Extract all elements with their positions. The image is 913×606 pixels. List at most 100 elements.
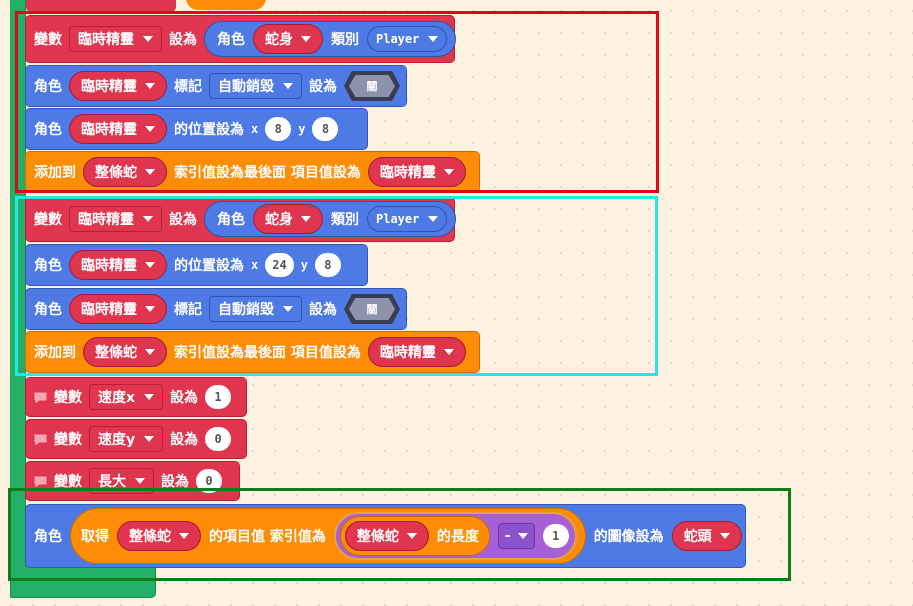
kind-dropdown[interactable]: Player xyxy=(367,26,448,52)
block-keyword: 角色 xyxy=(34,79,62,95)
variable-reporter[interactable]: 臨時精靈 xyxy=(69,71,167,101)
dropdown-label: 蛇身 xyxy=(265,32,293,48)
block-keyword: 的長度 xyxy=(436,529,479,545)
variable-dropdown[interactable]: 速度y xyxy=(89,426,164,452)
chevron-down-icon xyxy=(145,262,155,268)
variable-reporter[interactable]: 臨時精靈 xyxy=(69,114,167,144)
dropdown-label: 速度x xyxy=(98,390,136,406)
set-position-block[interactable]: 角色 臨時精靈 的位置設為 x 8 y 8 xyxy=(25,108,368,150)
dropdown-label: Player xyxy=(376,212,420,226)
variable-reporter[interactable]: 臨時精靈 xyxy=(69,294,167,324)
image-dropdown[interactable]: 蛇身 xyxy=(253,24,323,54)
operand-input[interactable]: 1 xyxy=(542,524,569,548)
set-image-block[interactable]: 角色 取得 整條蛇 的項目值 索引值為 整條蛇 的長度 - 1 的圖像設為 蛇頭 xyxy=(25,504,746,568)
variable-dropdown[interactable]: 臨時精靈 xyxy=(69,26,162,52)
array-reporter[interactable]: 整條蛇 xyxy=(117,521,201,551)
dropdown-label: 臨時精靈 xyxy=(81,258,137,274)
value-reporter[interactable]: 臨時精靈 xyxy=(367,157,466,187)
chevron-down-icon xyxy=(143,216,153,222)
block-keyword: 設為 xyxy=(169,32,197,48)
set-variable-block[interactable]: 變數 長大 設為 0 xyxy=(25,461,240,501)
variable-dropdown[interactable]: 臨時精靈 xyxy=(69,206,162,232)
dropdown-label: 速度y xyxy=(98,432,136,448)
variable-dropdown[interactable]: 長大 xyxy=(89,468,154,494)
value-input[interactable]: 1 xyxy=(205,385,232,409)
boolean-toggle[interactable]: 關 xyxy=(344,71,400,101)
dropdown-label: 臨時精靈 xyxy=(81,79,137,95)
flag-dropdown[interactable]: 自動銷毀 xyxy=(209,73,302,99)
set-variable-block[interactable]: 變數 臨時精靈 設為 角色 蛇身 類別 Player xyxy=(25,15,457,63)
block-keyword: 的位置設為 xyxy=(174,258,244,274)
loop-container xyxy=(10,0,26,598)
set-position-block[interactable]: 角色 臨時精靈 的位置設為 x 24 y 8 xyxy=(25,244,368,286)
dropdown-label: 臨時精靈 xyxy=(78,32,134,48)
dropdown-label: 臨時精靈 xyxy=(379,165,436,181)
chevron-down-icon xyxy=(145,306,155,312)
x-label: x xyxy=(251,122,259,136)
block-keyword: 索引值設為最後面 項目值設為 xyxy=(174,165,361,181)
comment-icon[interactable] xyxy=(34,476,47,487)
set-variable-block[interactable]: 變數 速度x 設為 1 xyxy=(25,377,247,417)
chevron-down-icon xyxy=(283,83,293,89)
create-sprite-reporter[interactable]: 角色 蛇身 類別 Player xyxy=(204,201,457,237)
dropdown-label: 自動銷毀 xyxy=(218,302,274,318)
toggle-label: 關 xyxy=(349,75,395,97)
array-push-block[interactable]: 添加到 整條蛇 索引值設為最後面 項目值設為 臨時精靈 xyxy=(25,151,480,193)
image-dropdown[interactable]: 蛇身 xyxy=(253,204,323,234)
x-input[interactable]: 8 xyxy=(265,117,292,141)
value-input[interactable]: 0 xyxy=(196,469,222,493)
dropdown-label: 臨時精靈 xyxy=(81,122,137,138)
x-input[interactable]: 24 xyxy=(265,253,294,277)
array-reporter[interactable]: 整條蛇 xyxy=(83,157,167,187)
chevron-down-icon xyxy=(443,349,454,355)
variable-dropdown[interactable]: 速度x xyxy=(89,384,164,410)
dropdown-label: 自動銷毀 xyxy=(218,79,274,95)
block-keyword: 角色 xyxy=(34,529,62,545)
set-flag-block[interactable]: 角色 臨時精靈 標記 自動銷毀 設為 關 xyxy=(25,65,407,107)
top-cut-pill[interactable] xyxy=(186,0,266,10)
boolean-toggle[interactable]: 關 xyxy=(344,294,400,324)
chevron-down-icon xyxy=(145,126,155,132)
block-keyword: 的圖像設為 xyxy=(593,529,664,545)
variable-reporter[interactable]: 臨時精靈 xyxy=(69,250,167,280)
image-dropdown[interactable]: 蛇頭 xyxy=(671,521,742,551)
y-input[interactable]: 8 xyxy=(312,117,339,141)
value-reporter[interactable]: 臨時精靈 xyxy=(367,337,466,367)
set-variable-block[interactable]: 變數 速度y 設為 0 xyxy=(25,419,247,459)
comment-icon[interactable] xyxy=(34,392,47,403)
array-get-reporter[interactable]: 取得 整條蛇 的項目值 索引值為 整條蛇 的長度 - 1 xyxy=(70,508,586,564)
create-sprite-reporter[interactable]: 角色 蛇身 類別 Player xyxy=(204,21,457,57)
y-label: y xyxy=(300,258,308,272)
dropdown-label: - xyxy=(504,528,511,544)
chevron-down-icon xyxy=(406,533,417,539)
block-keyword: 類別 xyxy=(331,212,359,228)
chevron-down-icon xyxy=(283,306,293,312)
block-keyword: 變數 xyxy=(34,212,62,228)
dropdown-label: Player xyxy=(376,32,420,46)
array-length-reporter[interactable]: 整條蛇 的長度 xyxy=(339,516,490,556)
dropdown-label: 整條蛇 xyxy=(356,529,399,545)
set-variable-block[interactable]: 變數 臨時精靈 設為 角色 蛇身 類別 Player xyxy=(25,196,457,242)
block-keyword: 變數 xyxy=(54,474,82,490)
array-reporter[interactable]: 整條蛇 xyxy=(83,337,167,367)
chevron-down-icon xyxy=(719,533,730,539)
array-reporter[interactable]: 整條蛇 xyxy=(344,521,429,551)
comment-icon[interactable] xyxy=(34,434,47,445)
block-keyword: 的位置設為 xyxy=(174,122,244,138)
value-input[interactable]: 0 xyxy=(205,427,232,451)
loop-container-bottom xyxy=(10,566,156,598)
y-input[interactable]: 8 xyxy=(314,253,341,277)
top-cut-block[interactable] xyxy=(26,0,176,12)
array-push-block[interactable]: 添加到 整條蛇 索引值設為最後面 項目值設為 臨時精靈 xyxy=(25,331,480,373)
block-keyword: 設為 xyxy=(309,302,337,318)
block-keyword: 標記 xyxy=(174,79,202,95)
kind-dropdown[interactable]: Player xyxy=(367,206,448,232)
set-flag-block[interactable]: 角色 臨時精靈 標記 自動銷毀 設為 關 xyxy=(25,288,407,330)
x-label: x xyxy=(251,258,259,272)
flag-dropdown[interactable]: 自動銷毀 xyxy=(209,296,302,322)
operator-dropdown[interactable]: - xyxy=(497,523,535,549)
chevron-down-icon xyxy=(144,394,155,400)
block-keyword: 標記 xyxy=(174,302,202,318)
block-keyword: 變數 xyxy=(54,390,82,406)
subtract-reporter[interactable]: 整條蛇 的長度 - 1 xyxy=(333,512,577,560)
